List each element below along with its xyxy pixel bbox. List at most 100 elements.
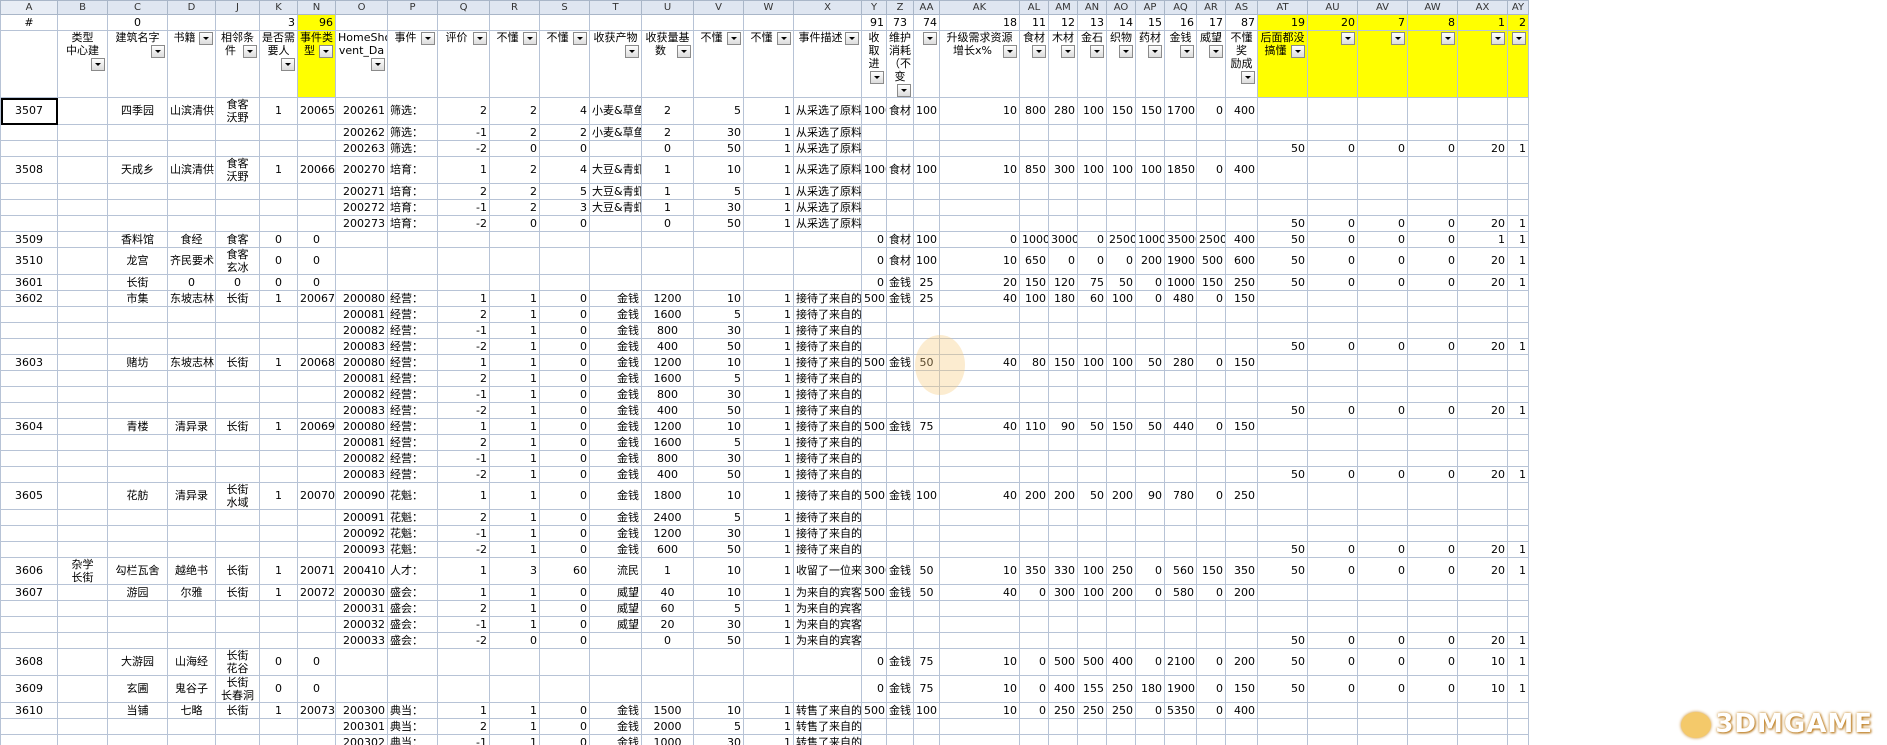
- cell[interactable]: [387, 675, 438, 703]
- cell[interactable]: [1457, 525, 1508, 542]
- cell[interactable]: [57, 584, 108, 601]
- cell[interactable]: 500: [861, 418, 887, 435]
- cell[interactable]: [1048, 450, 1078, 467]
- cell[interactable]: [886, 600, 914, 617]
- cell[interactable]: 威望: [589, 584, 642, 601]
- cell[interactable]: 200090: [335, 482, 388, 510]
- cell[interactable]: 1: [743, 509, 794, 526]
- cell[interactable]: 2500: [1196, 231, 1226, 248]
- cell[interactable]: [1407, 306, 1458, 323]
- cell[interactable]: 150: [1225, 354, 1258, 371]
- cell[interactable]: 0: [297, 675, 336, 703]
- cell[interactable]: [793, 247, 862, 275]
- cell[interactable]: [589, 14, 642, 31]
- cell[interactable]: [861, 402, 887, 419]
- cell[interactable]: [259, 370, 298, 387]
- cell[interactable]: [259, 386, 298, 403]
- cell[interactable]: 0: [489, 140, 540, 157]
- cell[interactable]: 玄圃: [107, 675, 168, 703]
- cell[interactable]: [215, 199, 260, 216]
- cell[interactable]: -1: [437, 124, 490, 141]
- cell[interactable]: 经营：: [387, 386, 438, 403]
- cell[interactable]: 流民: [589, 557, 642, 585]
- cell[interactable]: [1407, 322, 1458, 339]
- cell[interactable]: [1507, 306, 1529, 323]
- cell[interactable]: 10: [693, 156, 744, 184]
- cell[interactable]: 1: [743, 450, 794, 467]
- cell[interactable]: 500: [1048, 648, 1078, 676]
- cell[interactable]: 盛会：: [387, 600, 438, 617]
- cell[interactable]: 3510: [0, 247, 58, 275]
- filter-dropdown-icon[interactable]: [523, 32, 537, 45]
- cell[interactable]: 2: [641, 124, 694, 141]
- cell[interactable]: 3604: [0, 418, 58, 435]
- cell[interactable]: 1600: [641, 306, 694, 323]
- cell[interactable]: [886, 734, 914, 745]
- cell[interactable]: 35000: [1164, 231, 1197, 248]
- cell[interactable]: [1257, 525, 1308, 542]
- cell[interactable]: [1196, 434, 1226, 451]
- cell[interactable]: 金钱: [886, 702, 914, 719]
- cell[interactable]: [1019, 386, 1049, 403]
- filter-dropdown-icon[interactable]: [151, 45, 165, 58]
- cell[interactable]: [1307, 354, 1358, 371]
- column-header-B[interactable]: B: [57, 0, 108, 15]
- cell[interactable]: 20: [1457, 466, 1508, 483]
- filter-dropdown-icon[interactable]: [371, 58, 385, 71]
- column-header-AT[interactable]: AT: [1257, 0, 1308, 15]
- cell[interactable]: [1106, 450, 1136, 467]
- cell[interactable]: 60: [539, 557, 590, 585]
- cell[interactable]: [215, 183, 260, 200]
- cell[interactable]: [913, 199, 940, 216]
- cell[interactable]: 3607: [0, 584, 58, 601]
- header-cell[interactable]: 收取 进: [861, 30, 887, 98]
- cell[interactable]: [1048, 386, 1078, 403]
- column-header-AW[interactable]: AW: [1407, 0, 1458, 15]
- filter-dropdown-icon[interactable]: [1061, 45, 1075, 58]
- cell[interactable]: 1: [743, 525, 794, 542]
- cell[interactable]: 120: [1048, 274, 1078, 291]
- cell[interactable]: 金钱: [886, 557, 914, 585]
- cell[interactable]: 长街: [215, 354, 260, 371]
- cell[interactable]: [1507, 718, 1529, 735]
- cell[interactable]: 2: [437, 434, 490, 451]
- cell[interactable]: [1048, 183, 1078, 200]
- cell[interactable]: [1457, 418, 1508, 435]
- cell[interactable]: [1507, 183, 1529, 200]
- cell[interactable]: 0: [1407, 247, 1458, 275]
- cell[interactable]: 1: [489, 306, 540, 323]
- cell[interactable]: 40: [939, 418, 1020, 435]
- cell[interactable]: 1: [743, 306, 794, 323]
- cell[interactable]: 400: [641, 402, 694, 419]
- cell[interactable]: [1135, 215, 1165, 232]
- cell[interactable]: [297, 525, 336, 542]
- cell[interactable]: 10: [939, 97, 1020, 125]
- cell[interactable]: 0: [861, 247, 887, 275]
- column-header-AS[interactable]: AS: [1225, 0, 1258, 15]
- cell[interactable]: [259, 632, 298, 649]
- cell[interactable]: [913, 183, 940, 200]
- cell[interactable]: [1457, 199, 1508, 216]
- cell[interactable]: 金钱: [589, 509, 642, 526]
- cell[interactable]: 50: [1257, 140, 1308, 157]
- cell[interactable]: [1048, 434, 1078, 451]
- cell[interactable]: [0, 450, 58, 467]
- cell[interactable]: [693, 14, 744, 31]
- column-header-AY[interactable]: AY: [1507, 0, 1529, 15]
- cell[interactable]: [641, 231, 694, 248]
- cell[interactable]: 200: [1225, 648, 1258, 676]
- cell[interactable]: [215, 124, 260, 141]
- cell[interactable]: [1407, 616, 1458, 633]
- column-header-J[interactable]: J: [215, 0, 260, 15]
- column-header-D[interactable]: D: [167, 0, 216, 15]
- cell[interactable]: 1: [743, 199, 794, 216]
- cell[interactable]: [215, 338, 260, 355]
- cell[interactable]: [259, 322, 298, 339]
- cell[interactable]: [1048, 124, 1078, 141]
- cell[interactable]: [1164, 215, 1197, 232]
- cell[interactable]: 盛会：: [387, 632, 438, 649]
- cell[interactable]: [1196, 541, 1226, 558]
- cell[interactable]: [1077, 306, 1107, 323]
- cell[interactable]: [0, 370, 58, 387]
- cell[interactable]: 10: [693, 290, 744, 307]
